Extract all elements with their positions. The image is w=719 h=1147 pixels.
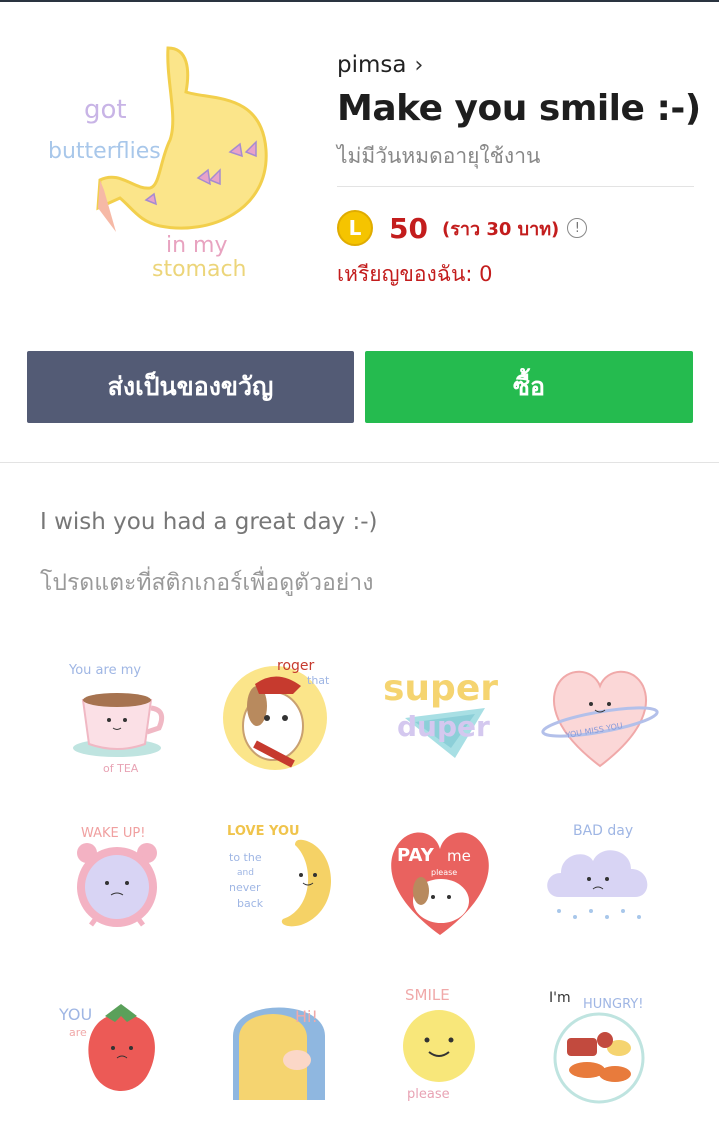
svg-text:Hi!: Hi! <box>295 1007 318 1026</box>
buy-button[interactable]: ซื้อ <box>365 351 693 423</box>
package-cover-image[interactable]: got butterflies in my stomach <box>40 40 280 290</box>
author-link[interactable]: pimsa › <box>337 52 423 78</box>
svg-text:You are my: You are my <box>68 663 141 678</box>
sticker-hungry[interactable]: I'm HUNGRY! <box>520 960 680 1125</box>
svg-text:and: and <box>237 868 254 878</box>
svg-text:LOVE YOU: LOVE YOU <box>227 824 300 839</box>
svg-text:YOU: YOU <box>58 1005 92 1024</box>
price-approx: (ราว 30 บาท) <box>441 218 560 240</box>
svg-text:got: got <box>84 95 127 125</box>
preview-hint: โปรดแตะที่สติกเกอร์เพื่อดูตัวอย่าง <box>40 570 374 596</box>
sticker-pay-me[interactable]: PAY me please <box>360 795 520 960</box>
send-gift-button[interactable]: ส่งเป็นของขวัญ <box>27 351 354 423</box>
svg-text:PAY: PAY <box>397 845 435 866</box>
svg-text:that: that <box>307 674 330 687</box>
info-icon[interactable]: ! <box>567 218 588 238</box>
svg-text:back: back <box>237 897 264 910</box>
svg-text:are: are <box>69 1026 87 1039</box>
svg-text:of TEA: of TEA <box>103 762 139 775</box>
sticker-super-duper[interactable]: super duper <box>360 630 520 795</box>
package-description: I wish you had a great day :-) <box>40 509 378 535</box>
price-row: L 50 (ราว 30 บาท) ! <box>337 208 588 248</box>
sticker-love-you-moon[interactable]: LOVE YOU to the and never back <box>200 795 360 960</box>
chevron-right-icon: › <box>414 52 424 78</box>
svg-text:SMILE: SMILE <box>405 986 450 1004</box>
package-title: Make you smile :-) <box>337 88 701 129</box>
sticker-heart-miss-you[interactable]: YOU MISS YOU <box>520 630 680 795</box>
svg-text:please: please <box>407 1087 450 1102</box>
author-name: pimsa <box>337 52 407 78</box>
sticker-smile-please[interactable]: SMILE please <box>360 960 520 1125</box>
svg-text:me: me <box>447 847 471 865</box>
svg-text:I'm: I'm <box>549 990 571 1006</box>
svg-text:butterflies: butterflies <box>48 139 161 164</box>
validity-text: ไม่มีวันหมดอายุใช้งาน <box>337 144 541 168</box>
svg-text:duper: duper <box>397 710 490 743</box>
svg-text:in my: in my <box>166 233 228 258</box>
svg-text:roger: roger <box>277 658 315 674</box>
sticker-strawberry[interactable]: YOU are <box>40 960 200 1125</box>
sticker-tea-cup[interactable]: You are my of TEA <box>40 630 200 795</box>
svg-text:to the: to the <box>229 851 262 864</box>
sticker-grid: You are my of TEA roger that super duper… <box>40 630 680 1125</box>
line-coin-icon: L <box>337 210 373 246</box>
svg-text:HUNGRY!: HUNGRY! <box>583 997 643 1012</box>
price-value: 50 <box>389 211 428 245</box>
svg-text:please: please <box>431 868 457 877</box>
svg-text:stomach: stomach <box>152 257 247 282</box>
divider <box>337 186 694 187</box>
svg-text:super: super <box>383 668 498 709</box>
svg-text:BAD day: BAD day <box>573 823 633 839</box>
section-divider <box>0 462 719 463</box>
sticker-roger-that[interactable]: roger that <box>200 630 360 795</box>
sticker-wake-up-clock[interactable]: WAKE UP! <box>40 795 200 960</box>
my-coins-text: เหรียญของฉัน: 0 <box>337 262 493 286</box>
sticker-hi[interactable]: Hi! <box>200 960 360 1125</box>
status-divider <box>0 0 719 2</box>
svg-text:WAKE UP!: WAKE UP! <box>81 826 145 841</box>
sticker-bad-day-cloud[interactable]: BAD day <box>520 795 680 960</box>
svg-text:never: never <box>229 881 261 894</box>
